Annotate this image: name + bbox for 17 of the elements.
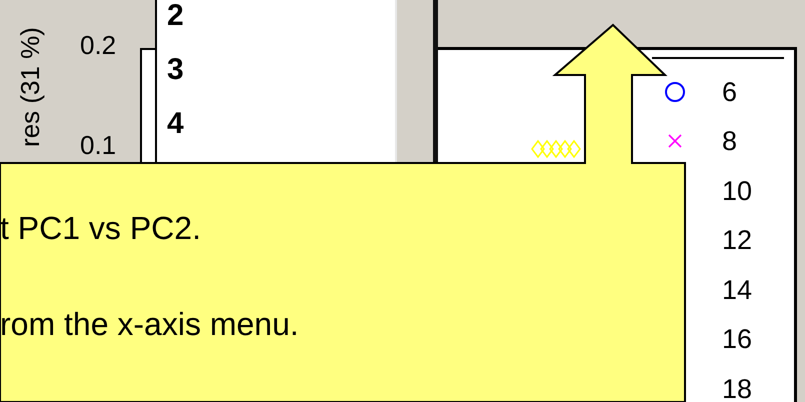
callout-text: rom the x-axis menu. bbox=[0, 305, 299, 344]
list-item[interactable]: 3 bbox=[167, 52, 184, 87]
axis-label: res (31 %) bbox=[15, 26, 45, 149]
list-box[interactable]: 2 3 4 bbox=[155, 0, 397, 163]
legend-label: 10 bbox=[722, 176, 752, 206]
legend-label: 16 bbox=[722, 324, 752, 354]
tick-label: 0.1 bbox=[80, 129, 116, 162]
legend-label: 6 bbox=[722, 76, 738, 107]
legend-label: 8 bbox=[722, 126, 738, 156]
legend-label: 12 bbox=[722, 225, 752, 256]
tick-label: 0.2 bbox=[80, 29, 116, 62]
scrollbar[interactable] bbox=[395, 0, 438, 163]
legend-label: 14 bbox=[722, 274, 752, 305]
list-item[interactable]: 2 bbox=[167, 0, 184, 33]
legend-label: 18 bbox=[722, 374, 752, 402]
list-item[interactable]: 4 bbox=[167, 106, 184, 141]
callout-text: t PC1 vs PC2. bbox=[0, 209, 201, 248]
